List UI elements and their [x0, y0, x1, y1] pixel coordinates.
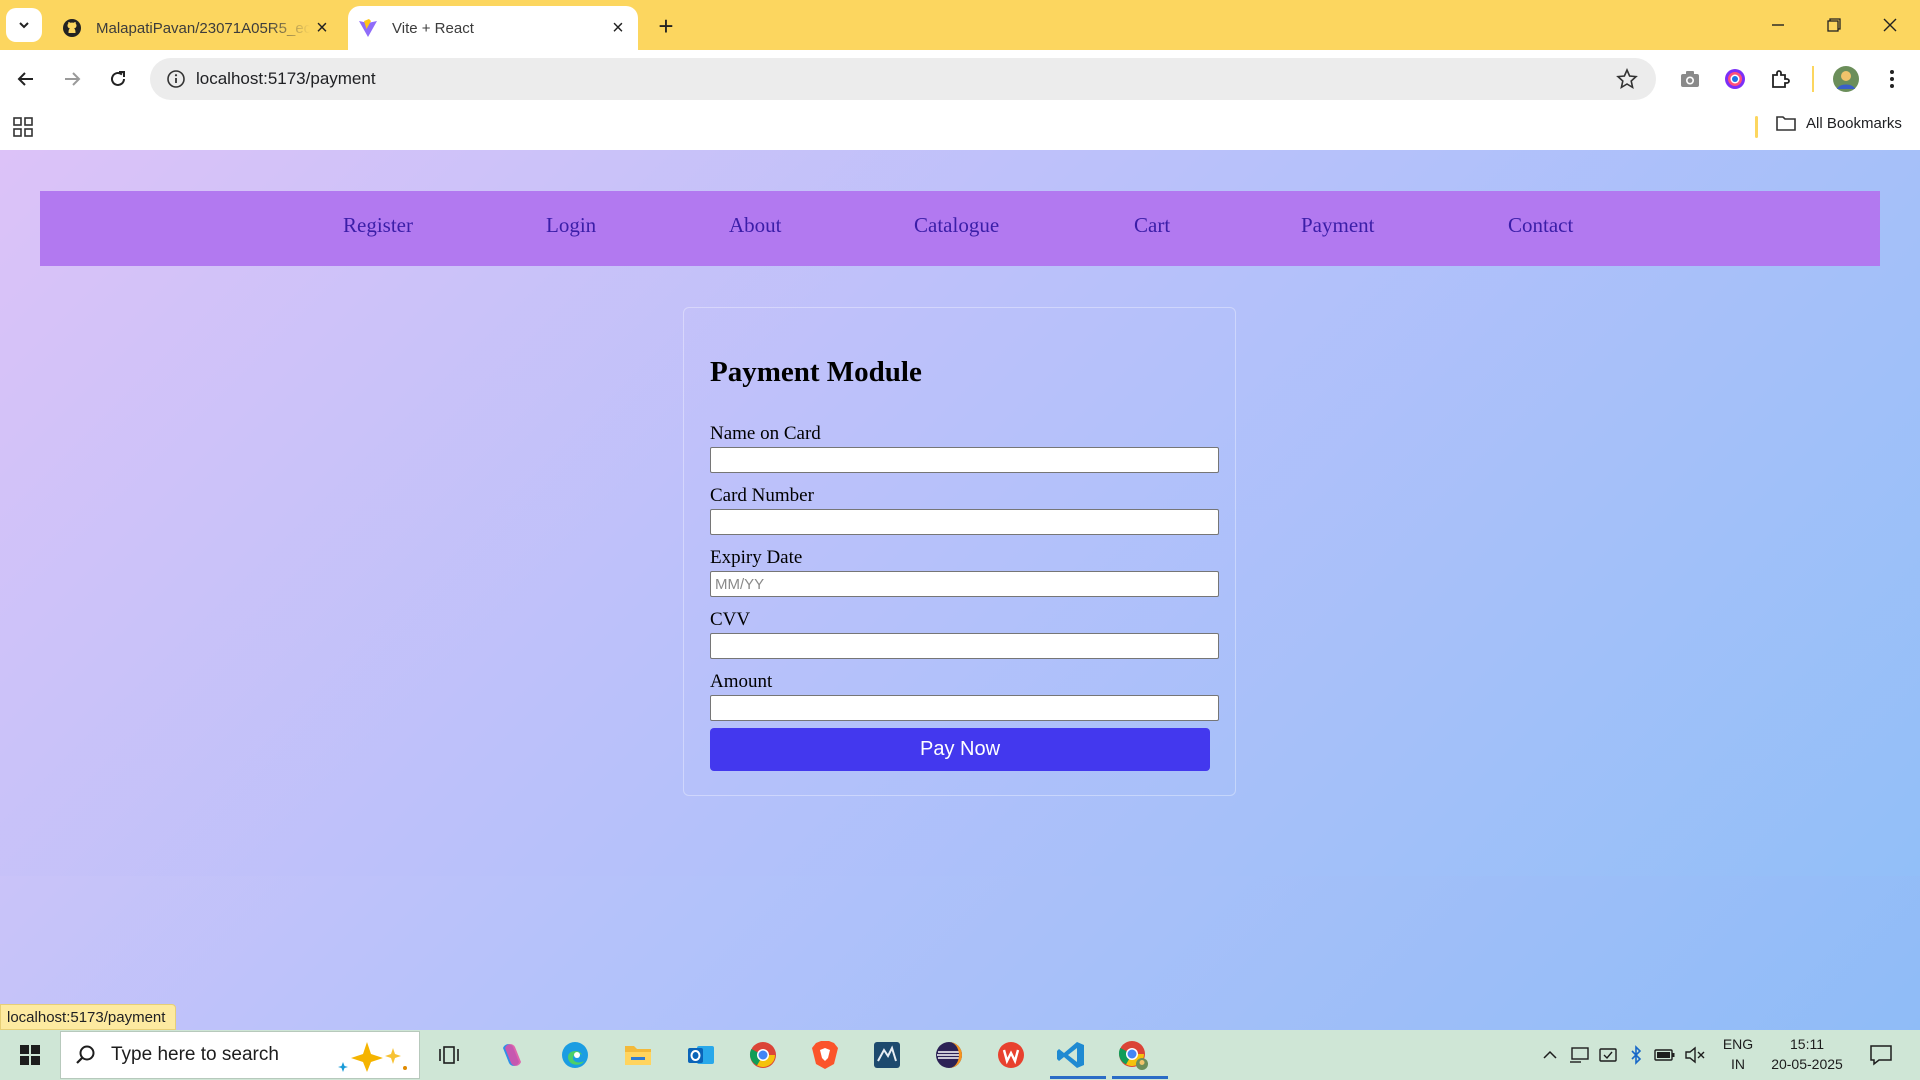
amount-label: Amount — [710, 671, 773, 692]
taskbar-search-box[interactable]: Type here to search — [60, 1031, 420, 1079]
toolbar-divider — [1812, 66, 1814, 92]
windows-taskbar: Type here to search ENG IN 15:11 20-05-2… — [0, 1030, 1920, 1080]
restore-icon[interactable] — [1814, 8, 1854, 42]
forward-arrow-icon[interactable] — [56, 63, 88, 95]
system-clock[interactable]: 15:11 20-05-2025 — [1762, 1034, 1852, 1074]
tab-title: Vite + React — [392, 19, 474, 37]
search-icon — [76, 1045, 95, 1064]
browser-tab-vite[interactable]: Vite + React × — [348, 6, 638, 50]
bluetooth-icon[interactable] — [1626, 1040, 1646, 1070]
close-window-icon[interactable] — [1870, 8, 1910, 42]
extension-colorful-icon[interactable] — [1719, 63, 1751, 95]
nav-link-register[interactable]: Register — [343, 213, 413, 238]
reload-icon[interactable] — [102, 63, 134, 95]
vite-icon — [358, 18, 378, 38]
close-tab-icon[interactable]: × — [606, 16, 630, 40]
profile-avatar[interactable] — [1830, 63, 1862, 95]
nav-link-contact[interactable]: Contact — [1508, 213, 1573, 238]
site-info-icon[interactable] — [156, 69, 196, 89]
clock-date: 20-05-2025 — [1771, 1056, 1843, 1072]
chrome-active-icon[interactable] — [1110, 1035, 1168, 1079]
chevron-down-icon — [19, 22, 29, 29]
network-icon[interactable] — [1596, 1040, 1622, 1070]
nav-link-cart[interactable]: Cart — [1134, 213, 1170, 238]
camera-icon[interactable] — [1674, 63, 1706, 95]
site-navigation: Register Login About Catalogue Cart Paym… — [40, 191, 1880, 266]
battery-icon[interactable] — [1652, 1040, 1678, 1070]
copilot-app-icon[interactable] — [489, 1035, 535, 1075]
show-hidden-icons-chevron-up-icon[interactable] — [1538, 1040, 1562, 1070]
close-tab-icon[interactable]: × — [310, 16, 334, 40]
vscode-icon[interactable] — [1048, 1035, 1106, 1079]
all-bookmarks-button[interactable]: All Bookmarks — [1776, 114, 1902, 132]
monitor-icon[interactable] — [1566, 1040, 1592, 1070]
address-bar[interactable]: localhost:5173/payment — [150, 58, 1656, 100]
copilot-sparkle-icon — [338, 1042, 407, 1072]
eclipse-ide-icon[interactable] — [926, 1035, 972, 1075]
region-code: IN — [1731, 1056, 1745, 1072]
cvv-label: CVV — [710, 609, 751, 630]
bookmark-star-icon[interactable] — [1616, 67, 1638, 95]
nav-link-about[interactable]: About — [729, 213, 782, 238]
chrome-icon[interactable] — [740, 1035, 786, 1075]
page-title: Payment Module — [710, 356, 922, 388]
name-on-card-input[interactable] — [710, 447, 1219, 473]
bookmarks-bar: All Bookmarks — [0, 108, 1920, 150]
file-explorer-icon[interactable] — [615, 1035, 661, 1075]
mysql-workbench-icon[interactable] — [864, 1035, 910, 1075]
more-menu-icon[interactable] — [1876, 63, 1908, 95]
tab-search-button[interactable] — [6, 8, 42, 42]
apps-grid-icon[interactable] — [12, 116, 34, 143]
page-viewport: Register Login About Catalogue Cart Paym… — [0, 150, 1920, 1030]
windows-start-icon[interactable] — [10, 1038, 50, 1072]
nav-link-catalogue[interactable]: Catalogue — [914, 213, 999, 238]
name-on-card-label: Name on Card — [710, 423, 821, 444]
expiry-date-input[interactable] — [710, 571, 1219, 597]
payment-form: Payment Module Name on Card Card Number … — [683, 307, 1236, 796]
extensions-puzzle-icon[interactable] — [1764, 63, 1796, 95]
outlook-icon[interactable] — [678, 1035, 724, 1075]
tab-title: MalapatiPavan/23071A05R5_ec — [96, 19, 310, 37]
browser-toolbar: localhost:5173/payment — [0, 50, 1920, 108]
volume-muted-icon[interactable] — [1682, 1040, 1708, 1070]
url-text: localhost:5173/payment — [196, 69, 376, 88]
card-number-label: Card Number — [710, 485, 814, 506]
nav-link-payment[interactable]: Payment — [1301, 213, 1375, 238]
task-view-icon[interactable] — [426, 1035, 472, 1075]
edge-browser-icon[interactable] — [552, 1035, 598, 1075]
clock-time: 15:11 — [1790, 1036, 1824, 1052]
github-icon — [62, 18, 82, 38]
browser-tab-github[interactable]: MalapatiPavan/23071A05R5_ec × — [52, 6, 342, 50]
pay-now-button[interactable]: Pay Now — [710, 728, 1210, 771]
bookmarks-divider — [1755, 116, 1758, 138]
new-tab-button[interactable]: + — [652, 11, 680, 41]
minimize-icon[interactable] — [1758, 8, 1798, 42]
link-status-bubble: localhost:5173/payment — [0, 1004, 177, 1030]
expiry-date-label: Expiry Date — [710, 547, 803, 568]
amount-input[interactable] — [710, 695, 1219, 721]
input-language-indicator[interactable]: ENG IN — [1718, 1034, 1758, 1074]
browser-tab-strip: MalapatiPavan/23071A05R5_ec × Vite + Rea… — [0, 0, 1920, 50]
notification-center-icon[interactable] — [1864, 1040, 1898, 1070]
wps-office-icon[interactable] — [988, 1035, 1034, 1075]
back-arrow-icon[interactable] — [10, 63, 42, 95]
search-placeholder: Type here to search — [111, 1044, 279, 1065]
cvv-input[interactable] — [710, 633, 1219, 659]
app-root: Register Login About Catalogue Cart Paym… — [0, 150, 1920, 876]
card-number-input[interactable] — [710, 509, 1219, 535]
nav-link-login[interactable]: Login — [546, 213, 596, 238]
all-bookmarks-label: All Bookmarks — [1806, 114, 1902, 132]
brave-browser-icon[interactable] — [802, 1035, 848, 1075]
folder-icon — [1776, 116, 1796, 131]
language-code: ENG — [1722, 1036, 1754, 1052]
